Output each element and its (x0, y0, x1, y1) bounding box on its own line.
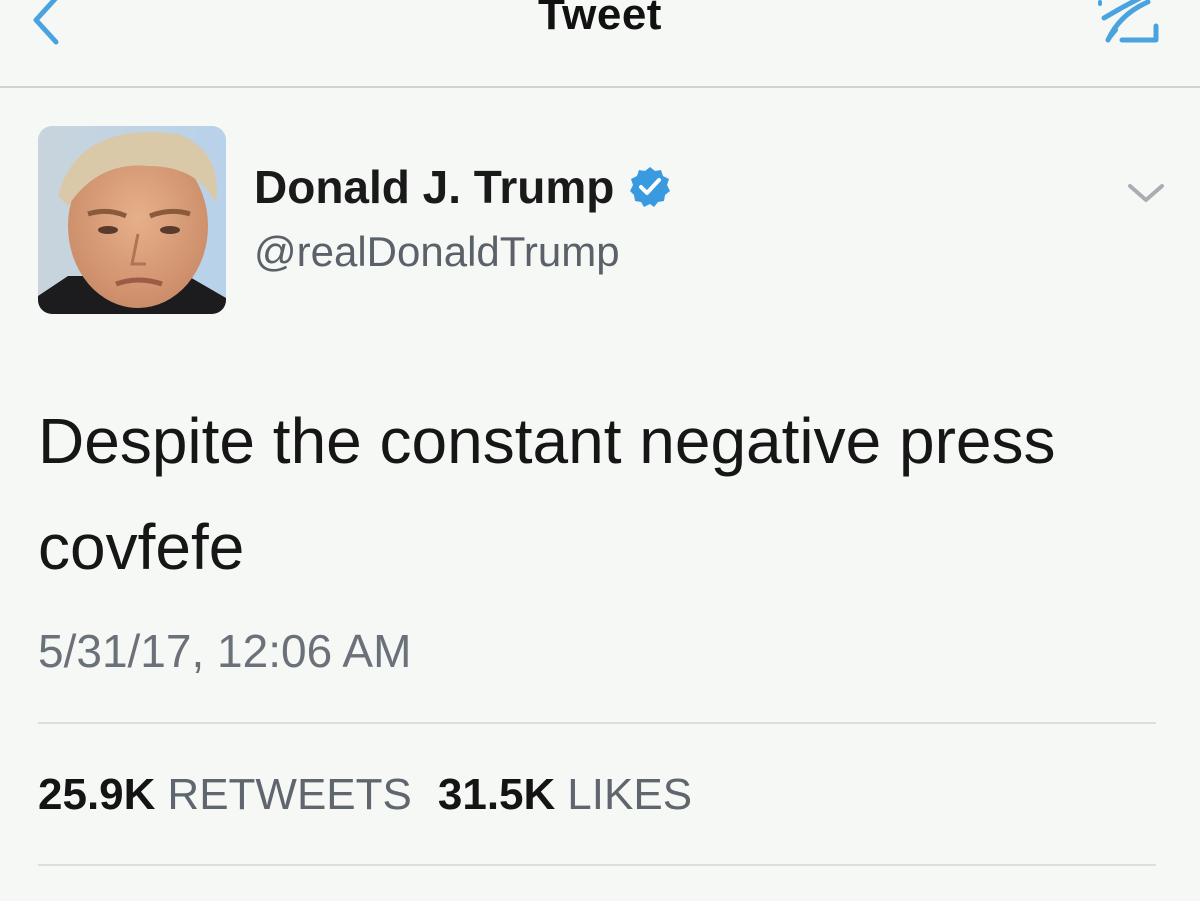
tweet-timestamp: 5/31/17, 12:06 AM (38, 625, 412, 677)
compose-tweet-button[interactable] (1094, 0, 1170, 50)
compose-tweet-icon (1098, 0, 1159, 43)
likes-label[interactable]: LIKES (567, 770, 692, 820)
navigation-bar: Tweet (0, 0, 1200, 88)
tweet-text-line: covfefe (38, 511, 245, 583)
tweet-options-button[interactable] (1124, 174, 1168, 214)
avatar[interactable] (38, 126, 226, 314)
chevron-down-icon (1128, 184, 1164, 202)
user-handle[interactable]: @realDonaldTrump (254, 228, 620, 276)
tweet-text-line: Despite the constant negative press (38, 405, 1056, 477)
page-title: Tweet (538, 0, 662, 39)
divider (38, 864, 1156, 866)
likes-count[interactable]: 31.5K (438, 770, 555, 820)
profile-photo (38, 126, 226, 314)
divider (38, 722, 1156, 724)
author-name-row: Donald J. Trump (254, 160, 672, 214)
verified-badge-icon (630, 167, 671, 207)
tweet-text: Despite the constant negative press covf… (38, 388, 1168, 600)
engagement-stats: 25.9K RETWEETS 31.5K LIKES (38, 770, 692, 820)
retweets-count[interactable]: 25.9K (38, 770, 155, 820)
retweets-label[interactable]: RETWEETS (167, 770, 411, 820)
display-name[interactable]: Donald J. Trump (254, 160, 614, 214)
